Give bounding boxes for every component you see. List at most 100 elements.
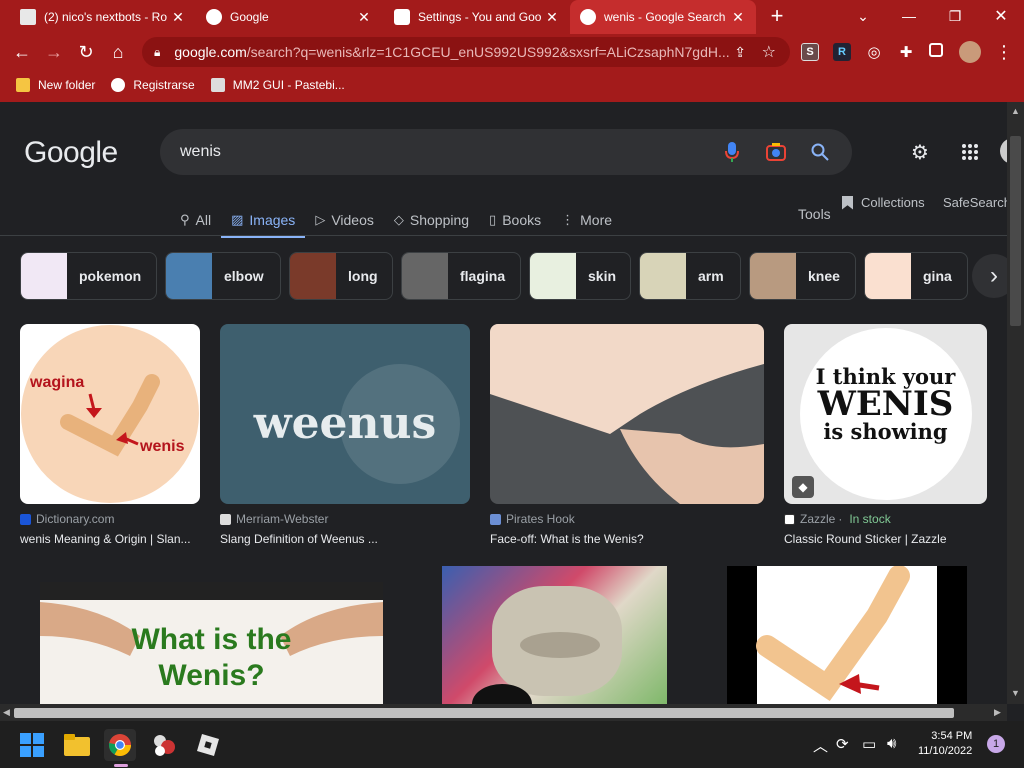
- show-hidden-icons-icon[interactable]: ︿: [813, 735, 828, 756]
- result-card[interactable]: What is the Wenis?: [40, 582, 383, 704]
- chip-elbow[interactable]: elbow: [165, 252, 281, 300]
- result-source[interactable]: Pirates Hook: [490, 512, 764, 526]
- google-logo[interactable]: Google: [24, 136, 118, 170]
- tab-google[interactable]: Google ✕: [196, 0, 382, 34]
- result-card[interactable]: weenus Merriam-Webster Slang Definition …: [220, 324, 470, 546]
- chip-pokemon[interactable]: pokemon: [20, 252, 157, 300]
- tab-nextbots[interactable]: (2) nico's nextbots - Ro ✕: [10, 0, 196, 34]
- chip-knee[interactable]: knee: [749, 252, 856, 300]
- result-title[interactable]: Face-off: What is the Wenis?: [490, 532, 764, 546]
- extension-s-icon[interactable]: S: [801, 43, 819, 61]
- result-card[interactable]: [442, 566, 667, 704]
- result-card[interactable]: Pirates Hook Face-off: What is the Wenis…: [490, 324, 764, 546]
- notification-badge[interactable]: 1: [987, 735, 1005, 753]
- tab-settings[interactable]: Settings - You and Goo ✕: [384, 0, 570, 34]
- tools-button[interactable]: Tools: [798, 206, 831, 222]
- new-tab-button[interactable]: +: [754, 0, 800, 32]
- vertical-scroll-thumb[interactable]: [1010, 136, 1021, 326]
- forward-button[interactable]: →: [40, 38, 68, 66]
- tab-videos[interactable]: ▷ Videos: [315, 204, 374, 236]
- browser-menu-icon[interactable]: ⋮: [990, 38, 1018, 66]
- account-avatar[interactable]: [1000, 138, 1007, 164]
- sync-status-icon[interactable]: ⟳: [836, 735, 849, 753]
- system-clock[interactable]: 3:54 PM 11/10/2022: [918, 729, 972, 759]
- chip-skin[interactable]: skin: [529, 252, 631, 300]
- close-window-button[interactable]: ✕: [978, 0, 1024, 32]
- chip-gina[interactable]: gina: [864, 252, 968, 300]
- home-button[interactable]: ⌂: [104, 38, 132, 66]
- chip-arm[interactable]: arm: [639, 252, 741, 300]
- windows-start-icon[interactable]: [16, 729, 48, 761]
- settings-gear-icon[interactable]: ⚙: [908, 140, 932, 164]
- address-bar[interactable]: 🔒︎ google.com/search?q=wenis&rlz=1C1GCEU…: [142, 37, 790, 67]
- tab-wenis-search[interactable]: wenis - Google Search ✕: [570, 0, 756, 34]
- tab-books[interactable]: ▯ Books: [489, 204, 541, 236]
- scroll-right-arrow-icon[interactable]: ▶: [994, 707, 1001, 718]
- vertical-scrollbar[interactable]: ▲ ▼: [1007, 102, 1024, 704]
- result-card[interactable]: I think your WENIS is showing ◆ Zazzle · I…: [784, 324, 987, 546]
- search-input[interactable]: wenis: [180, 143, 720, 161]
- result-image[interactable]: wagina wenis: [20, 324, 200, 504]
- scroll-down-arrow-icon[interactable]: ▼: [1011, 688, 1020, 698]
- close-tab-icon[interactable]: ✕: [544, 9, 560, 26]
- result-title[interactable]: Classic Round Sticker | Zazzle: [784, 532, 987, 546]
- result-source[interactable]: Zazzle · In stock: [784, 512, 987, 526]
- safesearch-button[interactable]: SafeSearch: [943, 195, 1007, 210]
- tab-search-icon[interactable]: ⌄: [840, 0, 886, 32]
- bookmark-star-icon[interactable]: ☆: [762, 42, 776, 62]
- chip-thumbnail: [21, 253, 67, 299]
- apps-grid-icon[interactable]: [958, 140, 982, 164]
- tab-more[interactable]: ⋮ More: [561, 204, 612, 236]
- close-tab-icon[interactable]: ✕: [170, 9, 186, 26]
- scroll-up-arrow-icon[interactable]: ▲: [1011, 106, 1020, 116]
- tab-images[interactable]: ▨ Images: [221, 204, 306, 238]
- back-button[interactable]: ←: [8, 38, 36, 66]
- result-image[interactable]: weenus: [220, 324, 470, 504]
- chips-next-arrow-icon[interactable]: ›: [972, 254, 1007, 298]
- cookie-extension-icon[interactable]: ◎: [865, 43, 883, 61]
- extensions-puzzle-icon[interactable]: ✚: [897, 43, 915, 61]
- result-card[interactable]: wagina wenis Dictionary.com wenis Meanin…: [20, 324, 200, 546]
- minimize-button[interactable]: —: [886, 0, 932, 32]
- file-explorer-icon[interactable]: [61, 729, 93, 761]
- profile-avatar[interactable]: [959, 41, 981, 63]
- chip-flagina[interactable]: flagina: [401, 252, 521, 300]
- bookmark-new-folder[interactable]: New folder: [16, 78, 95, 92]
- search-icon[interactable]: [808, 140, 832, 164]
- media-app-icon[interactable]: [148, 729, 180, 761]
- result-title[interactable]: Slang Definition of Weenus ...: [220, 532, 470, 546]
- result-image[interactable]: [727, 566, 967, 704]
- bookmark-registrarse[interactable]: Registrarse: [111, 78, 195, 92]
- tab-all[interactable]: ⚲ All: [180, 204, 211, 236]
- close-tab-icon[interactable]: ✕: [356, 9, 372, 26]
- result-source[interactable]: Merriam-Webster: [220, 512, 470, 526]
- network-icon[interactable]: ▭: [862, 735, 876, 753]
- chrome-taskbar-icon[interactable]: [104, 729, 136, 761]
- horizontal-scroll-thumb[interactable]: [14, 708, 954, 718]
- result-image[interactable]: I think your WENIS is showing ◆: [784, 324, 987, 504]
- volume-icon[interactable]: 🔊︎: [887, 735, 896, 752]
- search-box[interactable]: wenis: [160, 129, 852, 175]
- result-image[interactable]: [442, 566, 667, 704]
- reload-button[interactable]: ↻: [72, 38, 100, 66]
- result-source[interactable]: Dictionary.com: [20, 512, 200, 526]
- result-image[interactable]: [490, 324, 764, 504]
- close-tab-icon[interactable]: ✕: [730, 9, 746, 26]
- chip-long[interactable]: long: [289, 252, 393, 300]
- microphone-icon[interactable]: [720, 140, 744, 164]
- result-image[interactable]: What is the Wenis?: [40, 582, 383, 704]
- share-icon[interactable]: ⇪: [734, 44, 746, 61]
- result-card[interactable]: [727, 566, 967, 704]
- collections-button[interactable]: Collections: [842, 195, 925, 210]
- maximize-button[interactable]: ❐: [932, 0, 978, 32]
- lens-camera-icon[interactable]: [764, 140, 788, 164]
- roblox-taskbar-icon[interactable]: [192, 729, 224, 761]
- horizontal-scrollbar[interactable]: ◀ ▶: [0, 704, 1007, 721]
- result-title[interactable]: wenis Meaning & Origin | Slan...: [20, 532, 200, 546]
- side-panel-icon[interactable]: [929, 43, 943, 57]
- extension-r-icon[interactable]: R: [833, 43, 851, 61]
- search-nav-tabs: ⚲ All ▨ Images ▷ Videos ◇ Shopping ▯ Books ⋮ M…: [180, 204, 632, 238]
- tab-shopping[interactable]: ◇ Shopping: [394, 204, 469, 236]
- scroll-left-arrow-icon[interactable]: ◀: [3, 707, 10, 718]
- bookmark-mm2-gui[interactable]: MM2 GUI - Pastebi...: [210, 78, 345, 92]
